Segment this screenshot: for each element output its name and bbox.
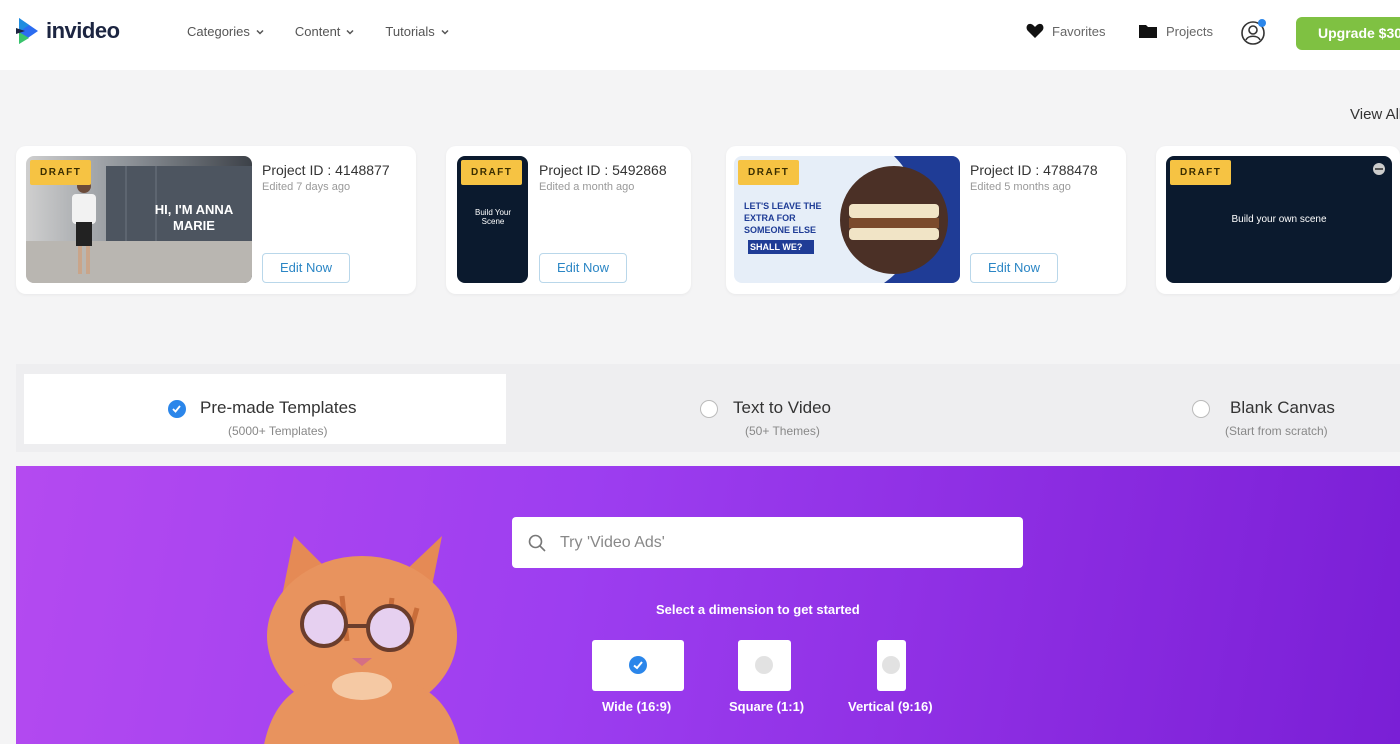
favorites-label: Favorites xyxy=(1052,23,1106,39)
invideo-logo[interactable]: invideo xyxy=(16,16,120,46)
mode-subtitle: (50+ Themes) xyxy=(745,424,820,438)
dimension-wide[interactable] xyxy=(592,640,684,691)
project-thumbnail[interactable]: HI, I'M ANNA MARIE DRAFT xyxy=(26,156,252,283)
project-id: Project ID : 4788478 xyxy=(970,162,1098,178)
nav-tutorials[interactable]: Tutorials xyxy=(385,24,449,39)
edited-time: Edited a month ago xyxy=(539,181,635,193)
edit-now-button[interactable]: Edit Now xyxy=(262,253,350,283)
project-thumbnail[interactable]: Build Your Scene DRAFT xyxy=(457,156,528,283)
edit-now-button[interactable]: Edit Now xyxy=(970,253,1058,283)
heart-icon xyxy=(1026,23,1044,38)
check-circle-icon xyxy=(168,400,186,418)
thumbnail-text: Build your own scene xyxy=(1231,214,1327,225)
tab-text-to-video[interactable]: Text to Video (50+ Themes) xyxy=(536,374,956,444)
radio-unchecked-icon xyxy=(882,656,900,674)
draft-badge: DRAFT xyxy=(461,160,523,185)
dimension-prompt: Select a dimension to get started xyxy=(656,602,860,617)
chevron-down-icon xyxy=(441,29,449,35)
edited-time: Edited 5 months ago xyxy=(970,181,1071,193)
mode-subtitle: (Start from scratch) xyxy=(1225,424,1328,438)
brand-name: invideo xyxy=(46,18,120,43)
search-input[interactable] xyxy=(560,531,1000,555)
nav-categories-label: Categories xyxy=(187,24,250,39)
draft-badge: DRAFT xyxy=(30,160,92,185)
search-icon xyxy=(528,534,546,552)
template-search-bar xyxy=(512,517,1023,568)
user-avatar-icon[interactable] xyxy=(1240,18,1268,46)
dimension-vertical-label: Vertical (9:16) xyxy=(848,699,933,714)
tab-blank-canvas[interactable]: Blank Canvas (Start from scratch) xyxy=(1016,374,1400,444)
project-card[interactable]: LET'S LEAVE THE EXTRA FOR SOMEONE ELSE S… xyxy=(726,146,1126,294)
dimension-square-label: Square (1:1) xyxy=(729,699,805,714)
top-header: invideo Categories Content Tutorials Fav… xyxy=(0,0,1400,70)
projects-label: Projects xyxy=(1166,23,1213,39)
main-nav: Categories Content Tutorials xyxy=(187,24,450,39)
thumbnail-highlight: SHALL WE? xyxy=(750,242,803,252)
chevron-down-icon xyxy=(256,29,264,35)
project-id: Project ID : 4148877 xyxy=(262,162,390,178)
edit-now-button[interactable]: Edit Now xyxy=(539,253,627,283)
folder-icon xyxy=(1139,25,1157,38)
mode-subtitle: (5000+ Templates) xyxy=(228,424,328,438)
tab-premade-templates[interactable]: Pre-made Templates (5000+ Templates) xyxy=(24,374,506,444)
hero-banner: Select a dimension to get started Wide (… xyxy=(16,466,1400,744)
draft-badge: DRAFT xyxy=(738,160,800,185)
dimension-wide-label: Wide (16:9) xyxy=(602,699,672,714)
project-card[interactable]: Build Your Scene DRAFT Project ID : 5492… xyxy=(446,146,691,294)
upgrade-button[interactable]: Upgrade $30 xyxy=(1296,17,1400,50)
radio-unchecked-icon xyxy=(755,656,773,674)
project-card[interactable]: Build your own scene DRAFT xyxy=(1156,146,1400,294)
mode-title: Text to Video xyxy=(733,398,831,417)
mode-title: Pre-made Templates xyxy=(200,398,357,417)
check-circle-icon xyxy=(629,656,647,674)
nav-tutorials-label: Tutorials xyxy=(385,24,435,39)
cat-with-sunglasses-illustration xyxy=(264,536,460,744)
thumbnail-text: HI, I'M ANNA MARIE xyxy=(154,202,234,233)
more-icon[interactable] xyxy=(1372,162,1386,176)
project-thumbnail[interactable]: LET'S LEAVE THE EXTRA FOR SOMEONE ELSE S… xyxy=(734,156,960,283)
thumbnail-text: LET'S LEAVE THE EXTRA FOR SOMEONE ELSE xyxy=(744,201,822,235)
nav-categories[interactable]: Categories xyxy=(187,24,265,39)
dimension-vertical[interactable] xyxy=(877,640,906,691)
project-thumbnail[interactable]: Build your own scene DRAFT xyxy=(1166,156,1392,283)
projects-link[interactable]: Projects xyxy=(1138,23,1213,39)
radio-unchecked-icon xyxy=(700,400,718,418)
project-id: Project ID : 5492868 xyxy=(539,162,667,178)
project-card[interactable]: HI, I'M ANNA MARIE DRAFT Project ID : 41… xyxy=(16,146,416,294)
favorites-link[interactable]: Favorites xyxy=(1026,23,1105,39)
chevron-down-icon xyxy=(346,29,354,35)
thumbnail-text: Build Your Scene xyxy=(474,208,512,226)
play-logo-icon xyxy=(16,18,38,44)
dimension-square[interactable] xyxy=(738,640,791,691)
nav-content[interactable]: Content xyxy=(295,24,356,39)
creation-mode-tabs: Pre-made Templates (5000+ Templates) Tex… xyxy=(16,364,1400,452)
view-all-link[interactable]: View All xyxy=(1350,106,1400,123)
draft-badge: DRAFT xyxy=(1170,160,1232,185)
mode-title: Blank Canvas xyxy=(1230,398,1335,417)
edited-time: Edited 7 days ago xyxy=(262,181,351,193)
radio-unchecked-icon xyxy=(1192,400,1210,418)
nav-content-label: Content xyxy=(294,24,341,39)
